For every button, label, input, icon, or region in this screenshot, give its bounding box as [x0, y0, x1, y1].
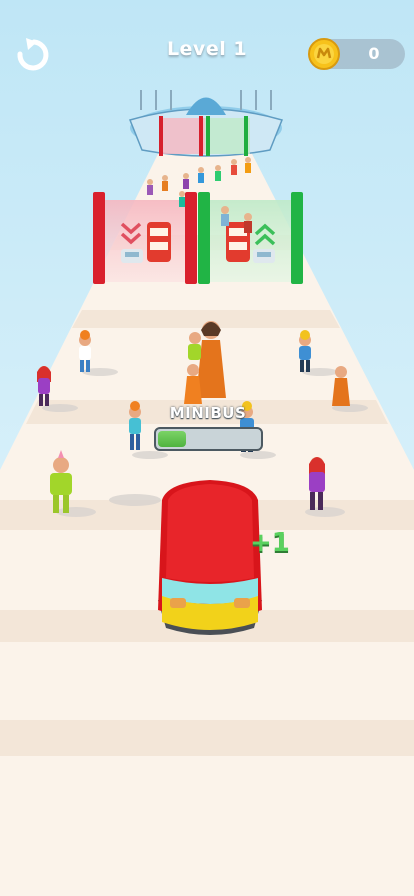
vehicle-label: MINIBUS [169, 404, 247, 422]
vehicle-progress-bar [154, 427, 263, 451]
coin-counter: 0 [308, 38, 405, 70]
gate-right [198, 192, 303, 284]
restart-button[interactable] [12, 34, 52, 74]
coin-count: 0 [368, 44, 380, 63]
bus-icon [147, 222, 171, 262]
coin-icon [308, 38, 340, 70]
minibus-player [158, 480, 262, 635]
character-green-behind [188, 332, 201, 360]
restart-arrow-icon [17, 38, 49, 71]
far-gate [159, 116, 250, 156]
plus-one-popup: +1 [250, 528, 290, 558]
car-icon [253, 249, 275, 263]
vehicle-progress-fill [158, 431, 186, 447]
car-icon [121, 249, 143, 263]
